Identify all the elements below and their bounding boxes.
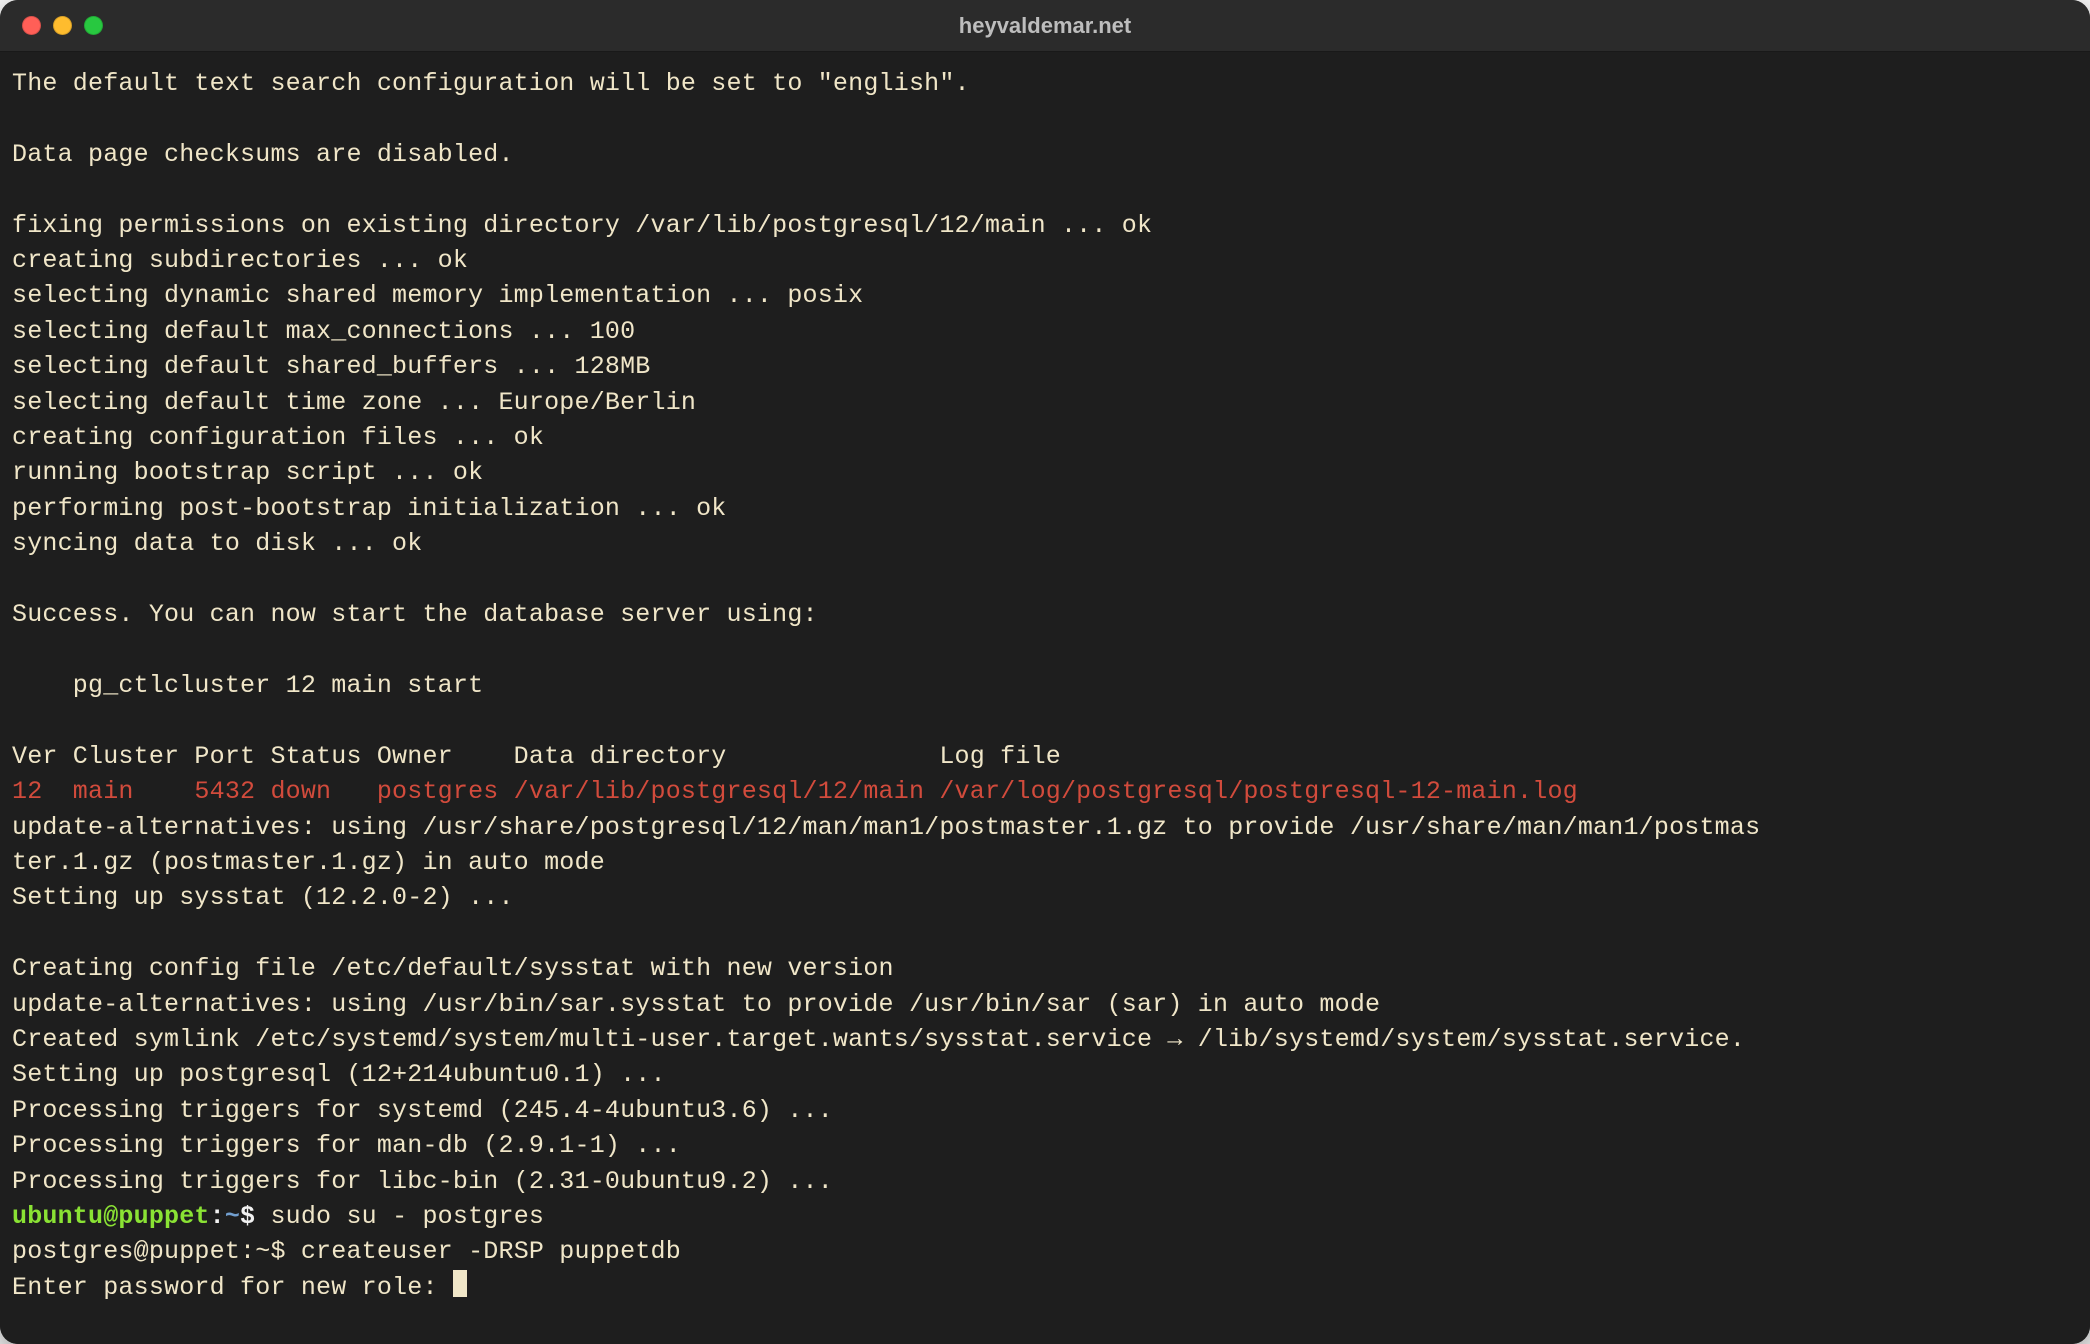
output-line: Processing triggers for systemd (245.4-4… [12,1096,833,1125]
output-line: pg_ctlcluster 12 main start [12,671,483,700]
minimize-icon[interactable] [53,16,72,35]
output-line: Ver Cluster Port Status Owner Data direc… [12,742,1061,771]
output-line: update-alternatives: using /usr/bin/sar.… [12,990,1380,1019]
output-line: Data page checksums are disabled. [12,140,514,169]
output-line: creating subdirectories ... ok [12,246,468,275]
output-line: Processing triggers for man-db (2.9.1-1)… [12,1131,681,1160]
output-line: Setting up postgresql (12+214ubuntu0.1) … [12,1060,666,1089]
terminal-output[interactable]: The default text search configuration wi… [0,52,2090,1344]
output-line: selecting dynamic shared memory implemen… [12,281,863,310]
output-line: performing post-bootstrap initialization… [12,494,727,523]
output-line: fixing permissions on existing directory… [12,211,1152,240]
output-line: Setting up sysstat (12.2.0-2) ... [12,883,514,912]
prompt-sep: : [210,1202,225,1231]
output-line: Processing triggers for libc-bin (2.31-0… [12,1167,833,1196]
output-line: update-alternatives: using /usr/share/po… [12,813,1760,842]
password-prompt: Enter password for new role: [12,1273,453,1302]
command-input: sudo su - postgres [270,1202,544,1231]
output-line: selecting default time zone ... Europe/B… [12,388,696,417]
output-line: selecting default max_connections ... 10… [12,317,635,346]
output-line: running bootstrap script ... ok [12,458,483,487]
terminal-window: heyvaldemar.net The default text search … [0,0,2090,1344]
output-line: Created symlink /etc/systemd/system/mult… [12,1025,1745,1054]
output-line: creating configuration files ... ok [12,423,544,452]
output-line-cluster-status: 12 main 5432 down postgres /var/lib/post… [12,777,1578,806]
maximize-icon[interactable] [84,16,103,35]
output-line: ter.1.gz (postmaster.1.gz) in auto mode [12,848,605,877]
command-input: createuser -DRSP puppetdb [301,1237,681,1266]
output-line: selecting default shared_buffers ... 128… [12,352,651,381]
window-title: heyvaldemar.net [0,13,2090,39]
titlebar: heyvaldemar.net [0,0,2090,52]
prompt-user-host: ubuntu@puppet [12,1202,210,1231]
cursor-icon [453,1270,467,1297]
prompt-path: ~ [225,1202,240,1231]
traffic-lights [0,16,103,35]
output-line: The default text search configuration wi… [12,69,970,98]
prompt-plain: postgres@puppet:~$ [12,1237,301,1266]
prompt-dollar: $ [240,1202,270,1231]
output-line: Success. You can now start the database … [12,600,818,629]
output-line: syncing data to disk ... ok [12,529,422,558]
output-line: Creating config file /etc/default/syssta… [12,954,894,983]
close-icon[interactable] [22,16,41,35]
